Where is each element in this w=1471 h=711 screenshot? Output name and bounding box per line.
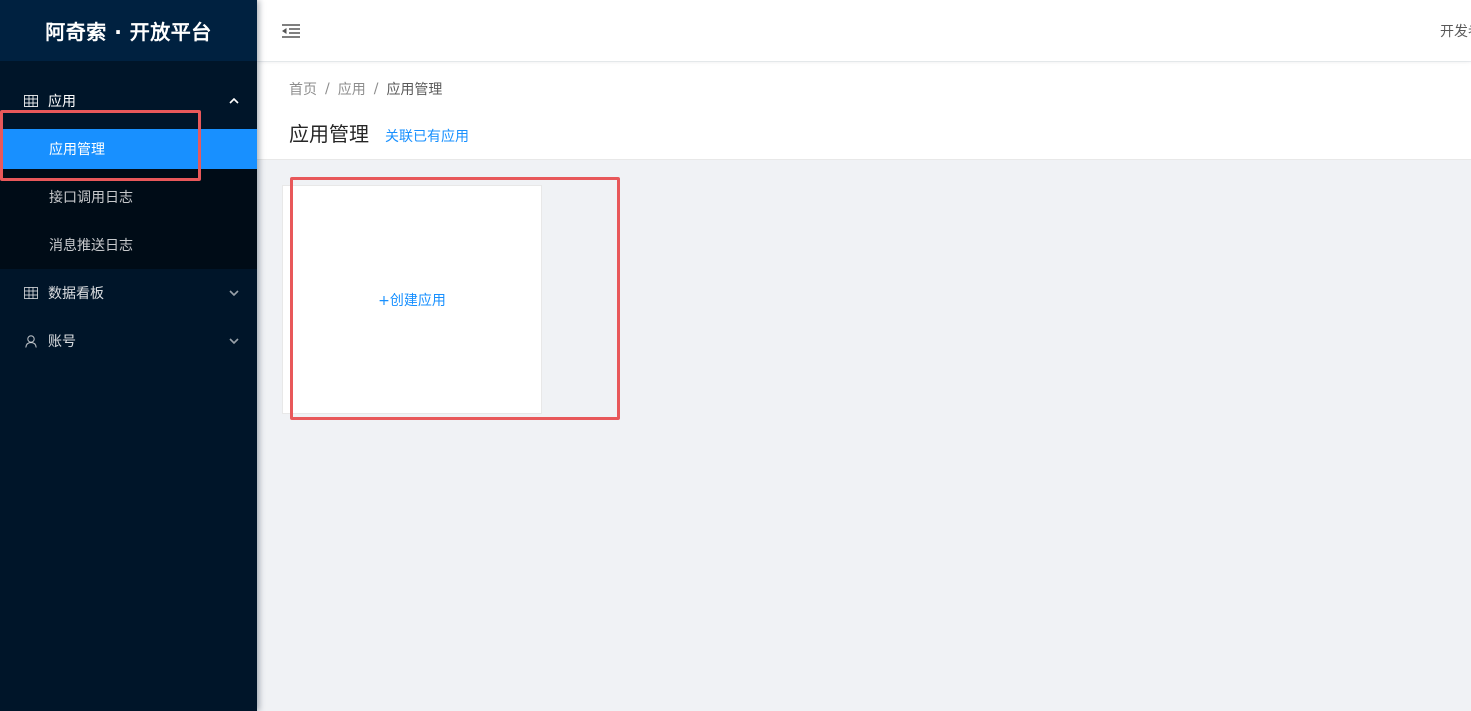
breadcrumb: 首页 / 应用 / 应用管理 (289, 79, 442, 99)
sidebar-item-account[interactable]: 账号 (0, 317, 257, 365)
sidebar-item-push-log[interactable]: 消息推送日志 (0, 221, 257, 269)
breadcrumb-separator: / (373, 81, 379, 97)
main-content: +创建应用 (257, 161, 1471, 711)
page-title: 应用管理 (289, 122, 369, 146)
top-header: 开发者 (257, 0, 1471, 61)
menu-fold-icon[interactable] (281, 21, 301, 41)
create-app-card[interactable]: +创建应用 (282, 185, 542, 414)
breadcrumb-separator: / (325, 81, 330, 97)
breadcrumb-home[interactable]: 首页 (289, 79, 317, 99)
sidebar-item-label: 数据看板 (48, 286, 104, 302)
table-icon (24, 94, 38, 108)
breadcrumb-current: 应用管理 (386, 82, 443, 98)
sidebar-submenu-app: 应用管理 接口调用日志 消息推送日志 (0, 129, 257, 269)
sidebar-item-label: 应用 (48, 94, 76, 110)
sidebar-item-dashboard[interactable]: 数据看板 (0, 269, 257, 317)
sidebar-item-app[interactable]: 应用 (0, 77, 257, 125)
sidebar-item-label: 账号 (48, 334, 76, 350)
chevron-down-icon (229, 288, 239, 298)
sidebar-menu: 应用 应用管理 接口调用日志 消息推送日志 数据看板 账号 (0, 77, 257, 365)
title-row: 应用管理 关联已有应用 (289, 118, 469, 147)
chevron-down-icon (229, 336, 239, 346)
sidebar-item-app-manage[interactable]: 应用管理 (0, 129, 257, 169)
link-existing-app-link[interactable]: 关联已有应用 (385, 126, 469, 146)
chevron-up-icon (229, 96, 239, 106)
user-icon (24, 334, 38, 348)
header-developer-menu[interactable]: 开发者 (1440, 0, 1471, 61)
sidebar: 阿奇索 · 开放平台 应用 应用管理 接口调用日志 消息推送日志 数据看板 账号 (0, 0, 257, 711)
table-icon (24, 286, 38, 300)
breadcrumb-app[interactable]: 应用 (338, 79, 366, 99)
sidebar-item-api-log[interactable]: 接口调用日志 (0, 173, 257, 221)
page-header: 首页 / 应用 / 应用管理 应用管理 关联已有应用 (257, 62, 1471, 160)
create-app-label: +创建应用 (378, 292, 446, 309)
app-logo: 阿奇索 · 开放平台 (0, 0, 257, 61)
